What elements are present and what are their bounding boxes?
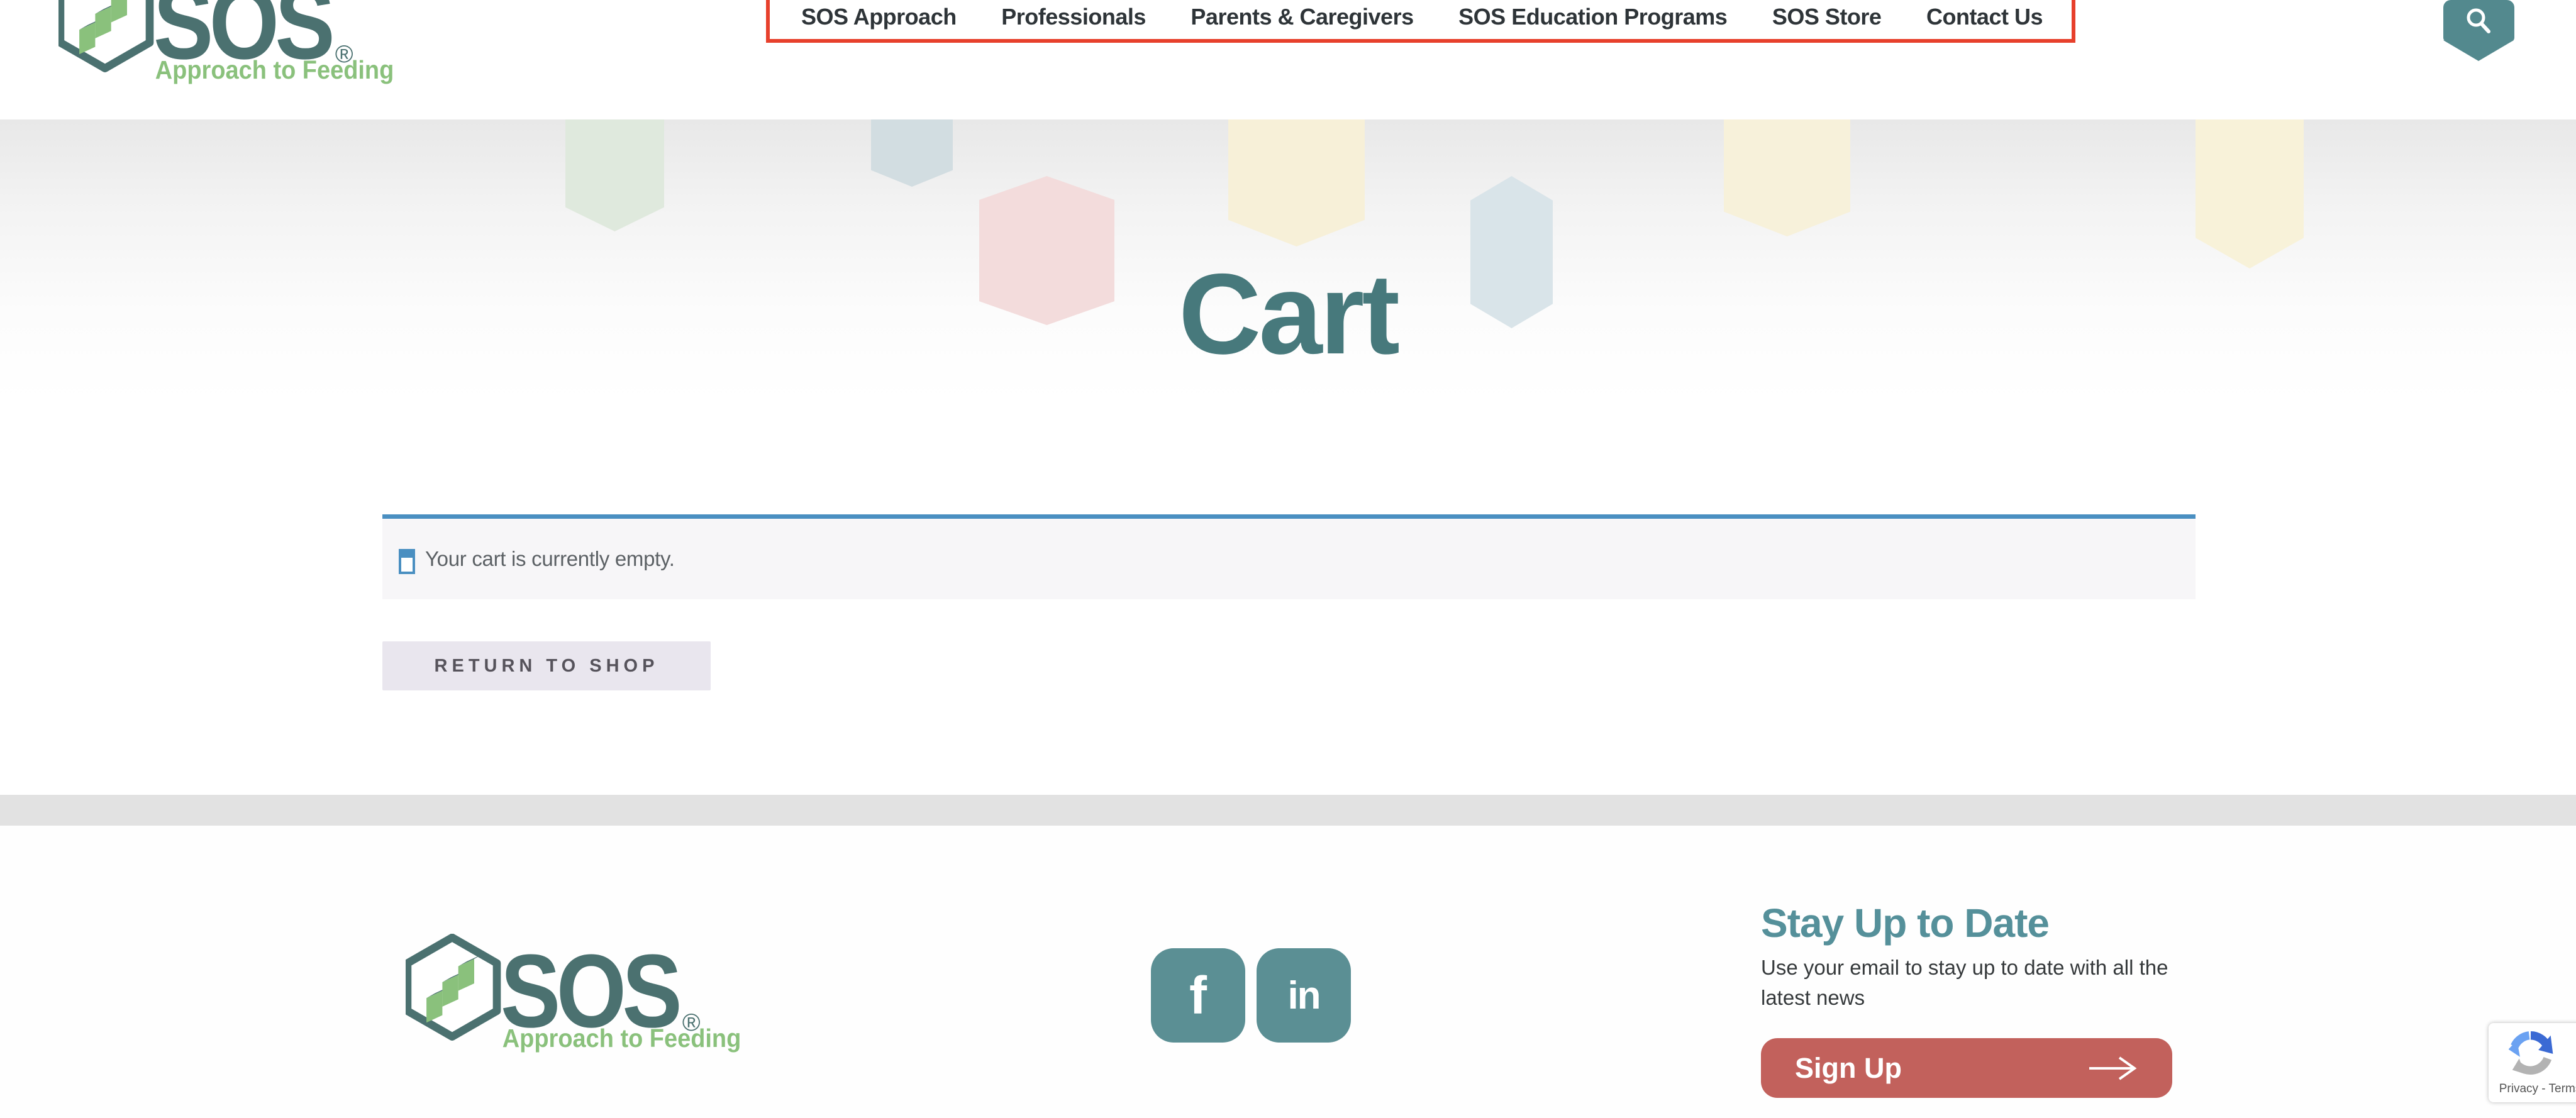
newsletter-description-line2: latest news — [1761, 986, 1865, 1010]
hexagon-decoration — [565, 119, 664, 231]
arrow-right-icon — [2085, 1054, 2141, 1083]
hexagon-decoration — [1724, 119, 1850, 236]
logo-tagline: Approach to Feeding — [502, 1024, 741, 1053]
hexagon-decoration — [871, 119, 953, 187]
recaptcha-privacy-terms[interactable]: Privacy - Terms — [2496, 1082, 2576, 1096]
nav-item-sos-approach[interactable]: SOS Approach — [801, 4, 957, 30]
nav-item-parents-caregivers[interactable]: Parents & Caregivers — [1191, 4, 1413, 30]
page: SOS ® Approach to Feeding SOS Approach P… — [0, 0, 2576, 1118]
nav-item-contact-us[interactable]: Contact Us — [1926, 4, 2043, 30]
nav-item-professionals[interactable]: Professionals — [1001, 4, 1146, 30]
search-icon — [2464, 6, 2496, 38]
cart-empty-message: Your cart is currently empty. — [425, 519, 675, 599]
header: SOS ® Approach to Feeding SOS Approach P… — [0, 0, 2576, 119]
cart-window-icon — [399, 549, 415, 574]
linkedin-icon: in — [1287, 973, 1319, 1018]
hexagon-decoration — [1228, 119, 1365, 246]
cart-empty-notice: Your cart is currently empty. — [382, 514, 2196, 599]
newsletter-heading: Stay Up to Date — [1761, 900, 2049, 946]
footer: SOS ® Approach to Feeding f in Stay Up t… — [0, 826, 2576, 1118]
recaptcha-icon — [2506, 1029, 2555, 1078]
facebook-button[interactable]: f — [1151, 948, 1245, 1043]
page-title: Cart — [0, 257, 2576, 371]
logo-tagline: Approach to Feeding — [155, 55, 394, 84]
linkedin-button[interactable]: in — [1257, 948, 1351, 1043]
social-links: f in — [1151, 948, 1351, 1043]
sign-up-label: Sign Up — [1795, 1052, 1902, 1085]
section-divider — [0, 795, 2576, 826]
facebook-icon: f — [1189, 965, 1207, 1026]
return-to-shop-button[interactable]: RETURN TO SHOP — [382, 641, 711, 690]
main-nav: SOS Approach Professionals Parents & Car… — [766, 0, 2075, 43]
search-button[interactable] — [2443, 0, 2514, 61]
nav-item-sos-education-programs[interactable]: SOS Education Programs — [1458, 4, 1727, 30]
hero-section: Cart — [0, 119, 2576, 522]
recaptcha-badge[interactable]: Privacy - Terms — [2489, 1023, 2576, 1102]
newsletter-description-line1: Use your email to stay up to date with a… — [1761, 956, 2168, 980]
nav-item-sos-store[interactable]: SOS Store — [1772, 4, 1882, 30]
hexagon-decoration — [2196, 119, 2304, 268]
search-badge-point — [2443, 40, 2514, 61]
footer-logo[interactable]: SOS ® Approach to Feeding — [406, 934, 748, 1053]
sign-up-button[interactable]: Sign Up — [1761, 1038, 2172, 1098]
site-logo[interactable]: SOS ® Approach to Feeding — [58, 0, 401, 85]
